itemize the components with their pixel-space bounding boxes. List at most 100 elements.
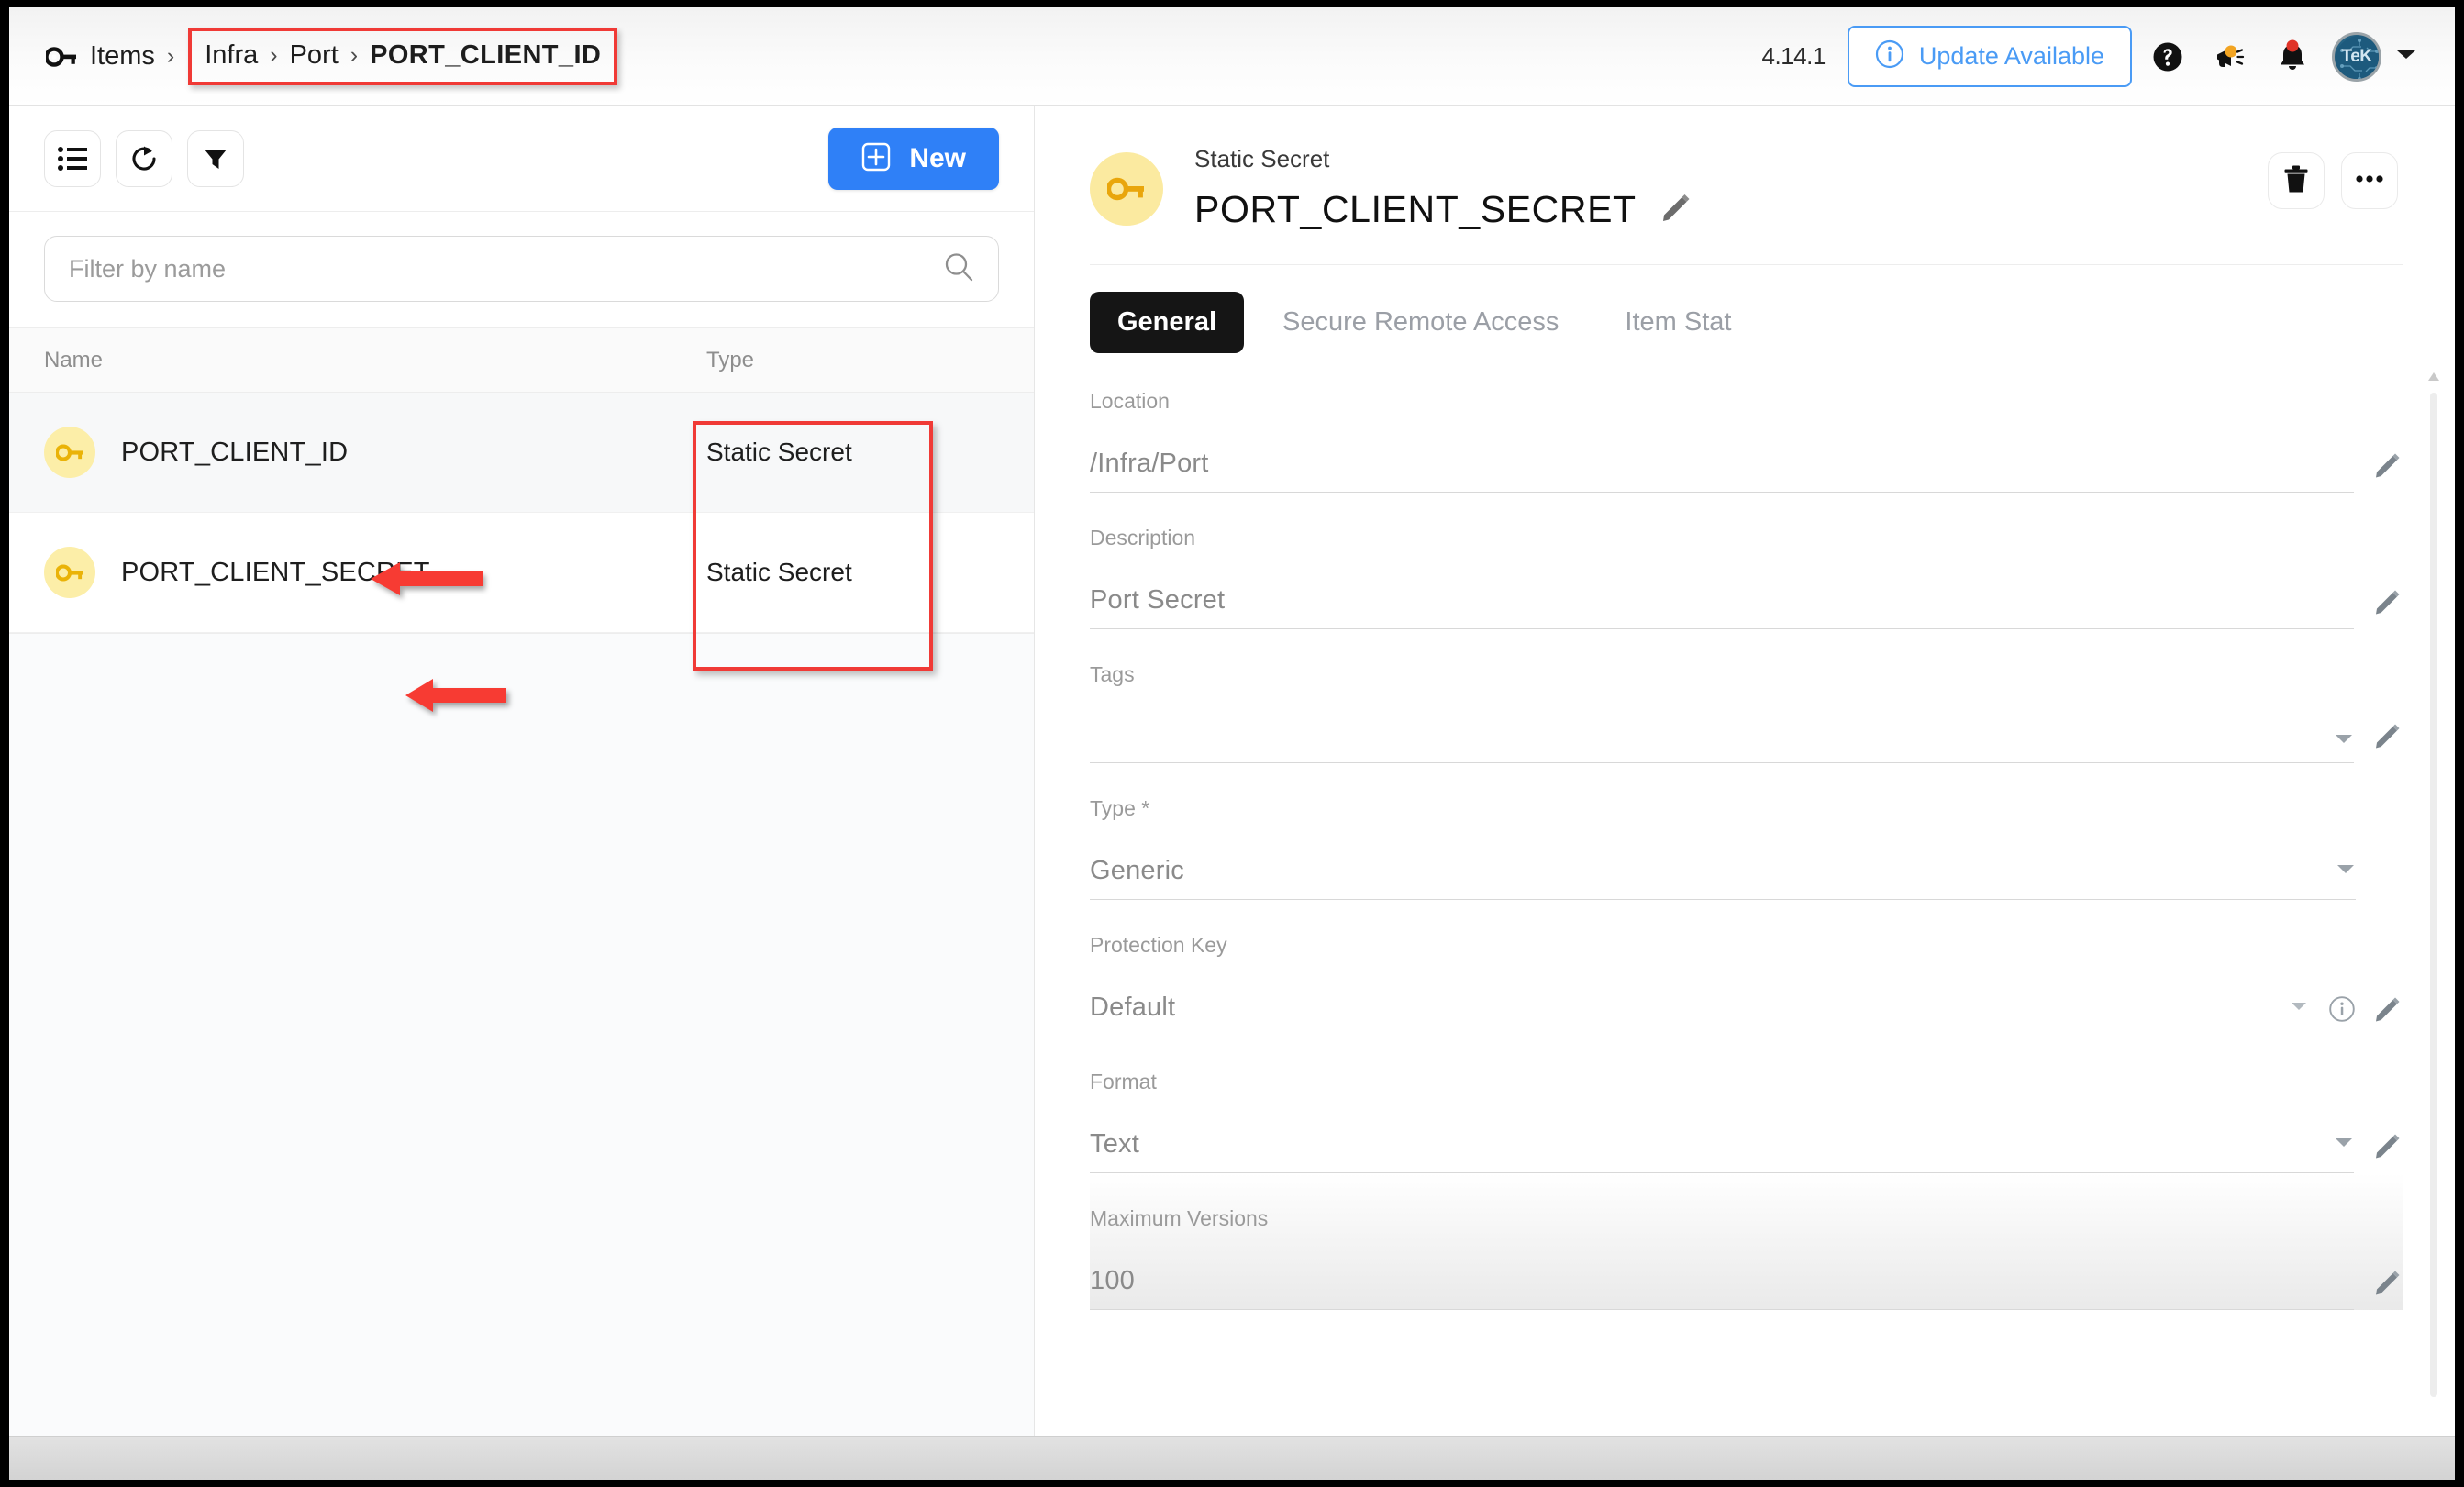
breadcrumb-item-current: PORT_CLIENT_ID: [370, 40, 602, 70]
field-tags: Tags: [1090, 629, 2403, 763]
info-circle-icon: [1875, 39, 1904, 73]
scrollbar-track[interactable]: [2430, 393, 2437, 1397]
list-table-header: Name Type: [9, 328, 1034, 393]
field-label: Maximum Versions: [1090, 1206, 1269, 1230]
chevron-down-icon[interactable]: [2394, 46, 2418, 67]
ellipsis-icon: [2355, 172, 2384, 189]
field-location: Location /Infra/Port: [1090, 356, 2403, 493]
version-label: 4.14.1: [1761, 42, 1826, 70]
breadcrumb-item-infra[interactable]: Infra: [205, 40, 258, 71]
update-available-label: Update Available: [1918, 42, 2104, 70]
bell-icon[interactable]: [2266, 30, 2319, 83]
detail-header: Static Secret PORT_CLIENT_SECRET: [1035, 106, 2455, 265]
new-button-label: New: [909, 143, 966, 173]
pencil-icon[interactable]: [2374, 451, 2402, 483]
tab-secure-remote-access[interactable]: Secure Remote Access: [1255, 292, 1586, 353]
avatar-initials: TeK: [2341, 46, 2372, 66]
table-row[interactable]: PORT_CLIENT_ID Static Secret: [9, 393, 1034, 513]
row-name-label: PORT_CLIENT_SECRET: [121, 557, 430, 587]
field-protection-key: Protection Key Default: [1090, 900, 2403, 1037]
field-value[interactable]: Text: [1090, 1129, 2334, 1160]
field-label: Location: [1090, 389, 1170, 413]
table-row[interactable]: PORT_CLIENT_SECRET Static Secret: [9, 513, 1034, 633]
general-form: Location /Infra/Port Description Port Se…: [1035, 356, 2455, 1480]
breadcrumb-item-port[interactable]: Port: [290, 40, 339, 71]
detail-action-buttons: [2268, 152, 2398, 209]
field-value[interactable]: /Infra/Port: [1090, 449, 2354, 479]
top-navigation-bar: Items › Infra › Port › PORT_CLIENT_ID 4.…: [9, 7, 2455, 106]
tab-item-stat[interactable]: Item Stat: [1597, 292, 1759, 353]
field-type: Type * Generic: [1090, 763, 2403, 900]
column-header-type[interactable]: Type: [706, 348, 1027, 373]
plus-square-icon: [861, 142, 891, 176]
key-icon: [44, 427, 95, 478]
detail-subtitle: Static Secret: [1194, 145, 1330, 172]
info-circle-icon[interactable]: [2328, 995, 2356, 1027]
chevron-down-icon[interactable]: [2290, 1000, 2308, 1016]
field-label: Format: [1090, 1070, 1157, 1093]
pencil-icon[interactable]: [2374, 1269, 2402, 1301]
help-circle-icon[interactable]: [2141, 30, 2194, 83]
chevron-down-icon[interactable]: [2334, 732, 2354, 749]
field-value[interactable]: 100: [1090, 1266, 2354, 1296]
breadcrumb-separator: ›: [350, 42, 359, 68]
main-content: New Filter by name Name Type PORT_CLIENT…: [9, 106, 2455, 1480]
filter-row: Filter by name: [9, 212, 1034, 328]
more-options-button[interactable]: [2341, 152, 2398, 209]
megaphone-icon[interactable]: [2203, 30, 2257, 83]
row-name-label: PORT_CLIENT_ID: [121, 437, 349, 467]
delete-button[interactable]: [2268, 152, 2325, 209]
tab-general[interactable]: General: [1090, 292, 1244, 353]
breadcrumb-trail: Items › Infra › Port › PORT_CLIENT_ID: [90, 28, 618, 85]
breadcrumb-separator: ›: [270, 42, 278, 68]
pencil-icon[interactable]: [2374, 588, 2402, 620]
detail-scrollbar[interactable]: [2427, 372, 2440, 1397]
detail-title-block: Static Secret PORT_CLIENT_SECRET: [1194, 145, 1692, 231]
row-name-cell: PORT_CLIENT_ID: [9, 427, 706, 478]
field-value[interactable]: Port Secret: [1090, 585, 2354, 616]
new-button[interactable]: New: [828, 128, 999, 190]
breadcrumb-separator: ›: [166, 43, 175, 69]
field-description: Description Port Secret: [1090, 493, 2403, 629]
row-type-label: Static Secret: [706, 438, 852, 466]
field-maximum-versions: Maximum Versions 100: [1090, 1173, 2403, 1310]
field-value[interactable]: Default: [1090, 993, 2290, 1023]
chevron-down-icon[interactable]: [2334, 1136, 2354, 1153]
field-label: Protection Key: [1090, 933, 1227, 957]
list-view-icon[interactable]: [44, 130, 101, 187]
list-empty-area: [9, 633, 1034, 1480]
breadcrumb-highlight-box: Infra › Port › PORT_CLIENT_ID: [188, 28, 618, 85]
breadcrumb-root[interactable]: Items: [90, 41, 155, 72]
topbar-actions: 4.14.1 Update Available TeK: [1762, 26, 2418, 87]
trash-icon: [2282, 164, 2310, 198]
detail-tabs: General Secure Remote Access Item Stat: [1035, 262, 2455, 353]
breadcrumb: Items › Infra › Port › PORT_CLIENT_ID: [46, 28, 618, 85]
row-type-label: Static Secret: [706, 558, 852, 586]
field-format: Format Text: [1090, 1037, 2403, 1173]
pencil-icon[interactable]: [2374, 722, 2402, 754]
search-input[interactable]: Filter by name: [44, 236, 999, 302]
key-icon: [44, 547, 95, 598]
field-label: Description: [1090, 526, 1196, 549]
pencil-icon[interactable]: [1660, 192, 1692, 227]
field-label: Type *: [1090, 796, 1150, 820]
column-header-name[interactable]: Name: [9, 348, 706, 373]
pencil-icon[interactable]: [2374, 1132, 2402, 1164]
update-available-button[interactable]: Update Available: [1847, 26, 2132, 87]
pencil-icon[interactable]: [2374, 995, 2402, 1027]
list-toolbar: New: [9, 106, 1034, 212]
avatar[interactable]: TeK: [2332, 31, 2381, 82]
page-title: PORT_CLIENT_SECRET: [1194, 188, 1637, 230]
field-label: Tags: [1090, 662, 1135, 686]
field-value[interactable]: Generic: [1090, 856, 2336, 886]
search-input-placeholder: Filter by name: [69, 254, 227, 283]
items-list-panel: New Filter by name Name Type PORT_CLIENT…: [9, 106, 1035, 1480]
funnel-filter-icon[interactable]: [187, 130, 244, 187]
refresh-icon[interactable]: [116, 130, 172, 187]
scroll-up-arrow-icon[interactable]: [2428, 372, 2439, 381]
search-icon[interactable]: [943, 251, 974, 287]
chevron-down-icon[interactable]: [2336, 862, 2356, 880]
bottom-strip: [9, 1436, 2455, 1480]
application-window: Items › Infra › Port › PORT_CLIENT_ID 4.…: [9, 7, 2455, 1480]
item-detail-panel: Static Secret PORT_CLIENT_SECRET General…: [1035, 106, 2455, 1480]
